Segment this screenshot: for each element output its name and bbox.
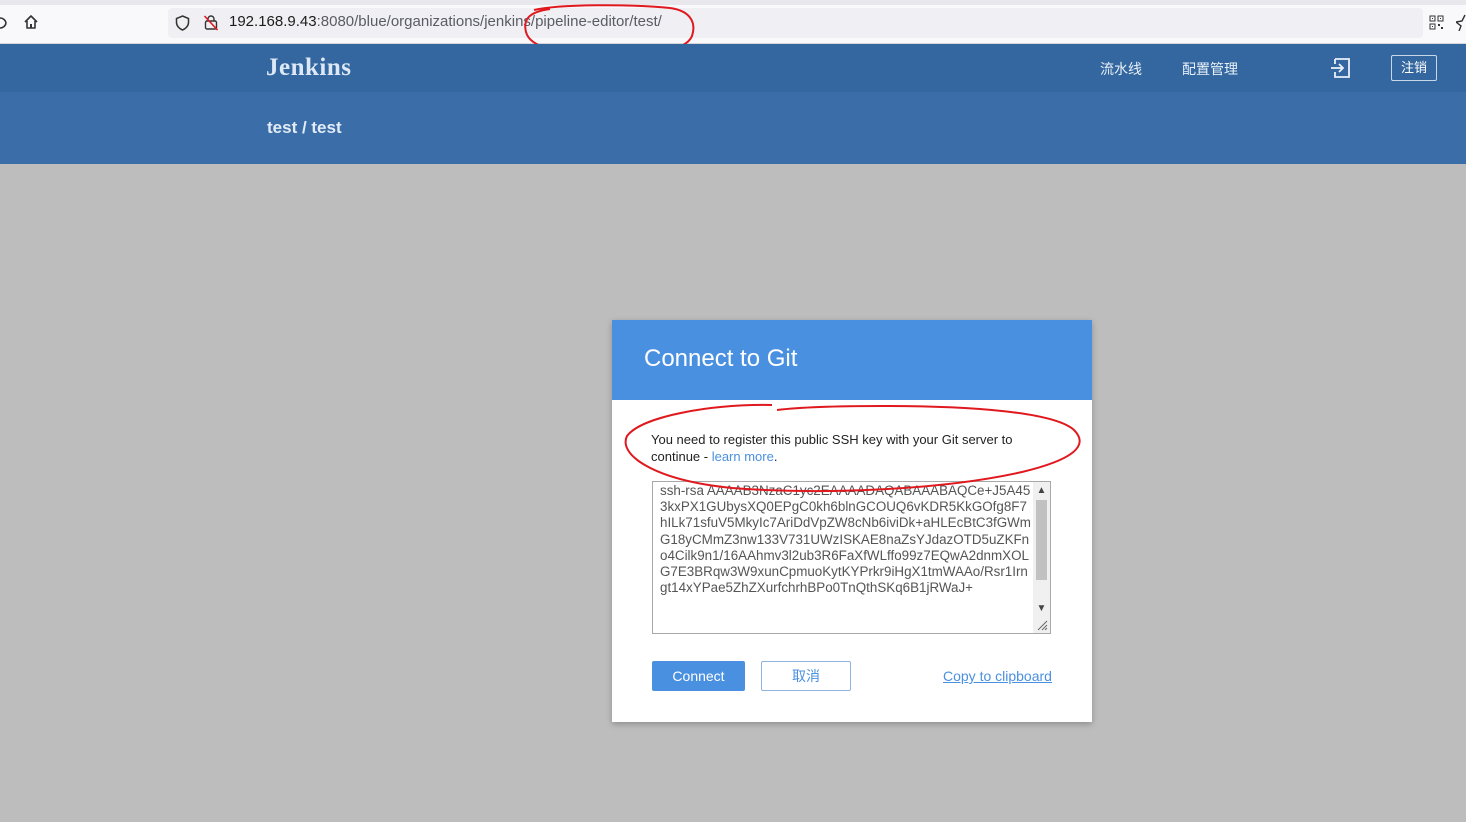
nav-pipelines[interactable]: 流水线 [1100, 59, 1142, 79]
logout-button[interactable]: 注销 [1391, 55, 1437, 81]
copy-to-clipboard-link[interactable]: Copy to clipboard [943, 668, 1052, 684]
pipeline-subheader: test / test [0, 92, 1466, 164]
scroll-thumb[interactable] [1036, 500, 1047, 580]
jenkins-logo[interactable]: Jenkins [266, 54, 351, 82]
browser-toolbar: 192.168.9.43:8080/blue/organizations/jen… [0, 0, 1466, 44]
url-host: 192.168.9.43 [229, 13, 317, 30]
cancel-button[interactable]: 取消 [761, 661, 851, 691]
home-icon[interactable] [23, 14, 39, 34]
ssh-key-textarea[interactable]: ssh-rsa AAAAB3NzaC1yc2EAAAADAQABAAABAQCe… [652, 481, 1051, 634]
insecure-lock-icon[interactable] [203, 14, 219, 35]
dialog-header: Connect to Git [612, 320, 1092, 400]
breadcrumb[interactable]: test / test [267, 118, 342, 138]
ssh-key-text: ssh-rsa AAAAB3NzaC1yc2EAAAADAQABAAABAQCe… [660, 483, 1031, 596]
message-annotation-circle [624, 403, 1081, 493]
textarea-scrollbar[interactable]: ▲ ▼ [1033, 482, 1050, 633]
nav-administration[interactable]: 配置管理 [1182, 59, 1238, 79]
reload-icon[interactable] [0, 15, 8, 35]
resize-grip-icon[interactable] [1036, 619, 1048, 631]
connect-button[interactable]: Connect [652, 661, 745, 691]
qr-code-icon[interactable] [1429, 15, 1444, 34]
scroll-down-icon[interactable]: ▼ [1036, 603, 1047, 615]
jenkins-header: Jenkins 流水线 配置管理 注销 [0, 44, 1466, 92]
browser-tabstrip-edge [0, 0, 1466, 5]
connect-to-git-dialog: Connect to Git You need to register this… [612, 320, 1092, 722]
bookmark-star-icon[interactable] [1454, 13, 1466, 35]
dialog-title: Connect to Git [644, 345, 798, 372]
shield-icon[interactable] [175, 15, 190, 35]
exit-icon[interactable] [1330, 58, 1351, 83]
